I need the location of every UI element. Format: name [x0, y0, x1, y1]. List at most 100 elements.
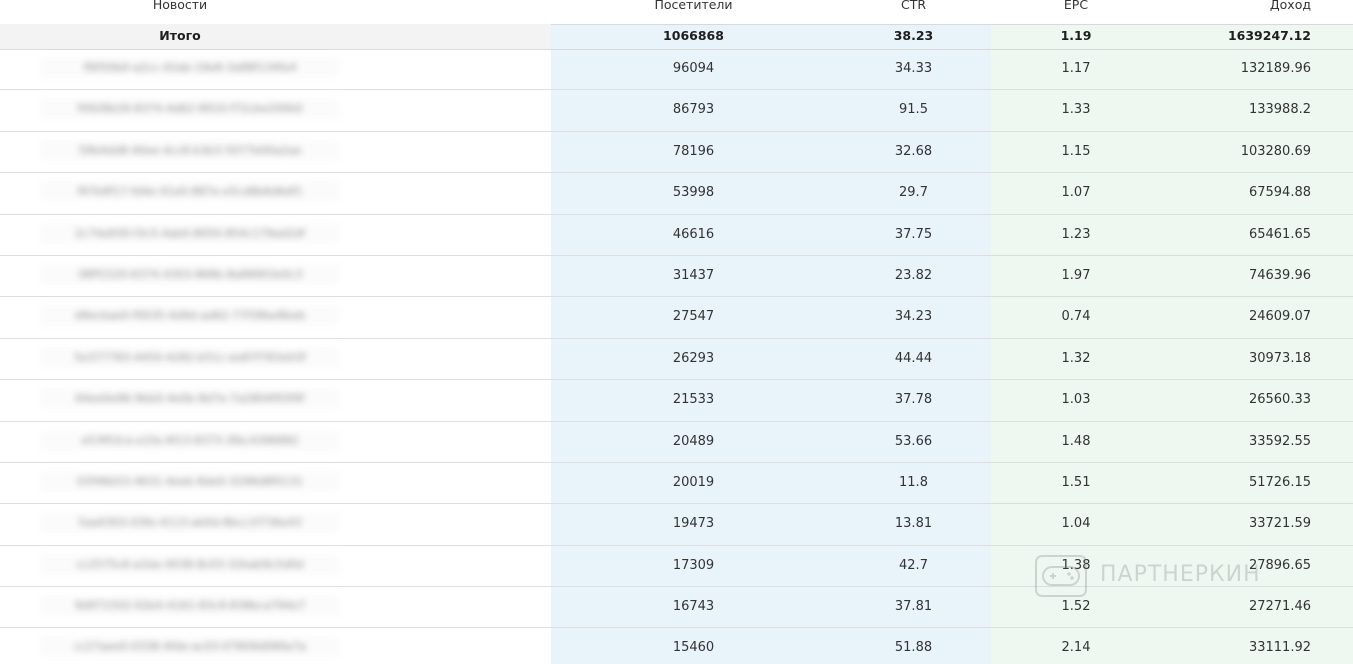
table-row[interactable]: f0928b29-8374-4d62-9910-f72cbe200b0 86793… — [0, 90, 1353, 132]
total-ctr: 38.23 — [893, 28, 934, 43]
epc-cell: 1.23 — [1061, 226, 1091, 242]
total-label: Итого — [159, 28, 201, 43]
table-row[interactable]: cc2575c6-a1be-4038-8c03-32bab9c5d0d 17309… — [0, 546, 1353, 588]
table-row[interactable]: 03f46b53-4631-4eeb-8de0-3298d8f0131 20019… — [0, 463, 1353, 505]
income-cell: 33111.92 — [1248, 640, 1311, 656]
ctr-cell: 37.81 — [894, 599, 933, 615]
table-body: f9050b0-a2cc-42ab-19e8-3a88f134fe4 96094 3… — [0, 49, 1353, 664]
table-row[interactable]: 64ee0e96-9bb0-4e0b-8d7e-7a2804f93f9f 2153… — [0, 380, 1353, 422]
visitors-cell: 21533 — [672, 392, 715, 408]
epc-cell: 1.04 — [1061, 516, 1091, 532]
ctr-cell: 37.78 — [894, 392, 933, 408]
news-name-cell[interactable]: 03f46b53-4631-4eeb-8de0-3298d8f0131 — [40, 470, 340, 492]
visitors-cell: 96094 — [672, 61, 715, 76]
ctr-cell: 51.88 — [894, 640, 933, 656]
visitors-cell: 26293 — [672, 350, 715, 366]
ctr-cell: 34.23 — [894, 309, 933, 325]
epc-cell: 1.15 — [1061, 143, 1091, 159]
ctr-cell: 23.82 — [894, 267, 933, 283]
ctr-cell: 53.66 — [894, 433, 933, 449]
total-visitors: 1066868 — [663, 28, 724, 43]
epc-cell: 1.33 — [1061, 102, 1091, 118]
epc-cell: 1.32 — [1061, 350, 1091, 366]
epc-cell: 2.14 — [1061, 640, 1091, 656]
table-row[interactable]: f9050b0-a2cc-42ab-19e8-3a88f134fe4 96094 3… — [0, 49, 1353, 91]
visitors-cell: 31437 — [672, 267, 715, 283]
news-name-cell[interactable]: f97b9f17-fd4e-41e0-887e-e5cd8b6d6df1 — [40, 181, 340, 203]
visitors-cell: 15460 — [672, 640, 715, 656]
table-row[interactable]: 5aa0303-03fe-4113-ab0d-8bcc1f736e43 19473… — [0, 504, 1353, 546]
ctr-cell: 34.33 — [894, 61, 933, 76]
total-income: 1639247.12 — [1227, 28, 1311, 43]
visitors-cell: 86793 — [672, 102, 715, 118]
header-news[interactable]: Новости — [0, 0, 360, 12]
ctr-cell: 44.44 — [894, 350, 933, 366]
ctr-cell: 91.5 — [899, 102, 928, 118]
table-row[interactable]: cc27aee0-0338-4fde-ac03-07809d089a7a 1546… — [0, 628, 1353, 664]
news-name-cell[interactable]: 59b4dd8-40ee-4cc8-b3b3-5077b00a2ae — [40, 139, 340, 161]
news-name-cell[interactable]: 9d971502-02b4-4161-83c9-838bca794e7 — [40, 595, 340, 617]
visitors-cell: 53998 — [672, 185, 715, 201]
epc-cell: 1.51 — [1061, 474, 1091, 490]
income-cell: 26560.33 — [1248, 392, 1311, 408]
news-name-cell[interactable]: e53f03ce-e1fa-4f13-8373-3fbc4396882 — [40, 429, 340, 451]
visitors-cell: 20019 — [672, 474, 715, 490]
income-cell: 24609.07 — [1248, 309, 1311, 325]
income-cell: 51726.15 — [1248, 474, 1311, 490]
income-cell: 133988.2 — [1248, 102, 1311, 118]
epc-cell: 1.97 — [1061, 267, 1091, 283]
table-row[interactable]: d9ecbae0-f0035-4d9d-ad62-77f39be8beb 2754… — [0, 297, 1353, 339]
news-name-cell[interactable]: 38ff1520-6374-4303-868b-8a88903e0c3 — [40, 263, 340, 285]
table-row[interactable]: 5e377783-4450-4282-b51c-ee87f783e03f 2629… — [0, 339, 1353, 381]
visitors-cell: 19473 — [672, 516, 715, 532]
epc-cell: 1.17 — [1061, 61, 1091, 76]
visitors-cell: 16743 — [672, 599, 715, 615]
epc-cell: 0.74 — [1061, 309, 1091, 325]
income-cell: 27271.46 — [1248, 599, 1311, 615]
news-name-cell[interactable]: d9ecbae0-f0035-4d9d-ad62-77f39be8beb — [40, 305, 340, 327]
epc-cell: 1.03 — [1061, 392, 1091, 408]
visitors-cell: 17309 — [672, 557, 715, 573]
income-cell: 65461.65 — [1248, 226, 1311, 242]
ctr-cell: 32.68 — [894, 143, 933, 159]
table-row[interactable]: 2c74a930-f3c5-4ab0-8050-854c179ad2df 4661… — [0, 215, 1353, 256]
total-row: Итого 1066868 38.23 1.19 1639247.12 — [0, 24, 1353, 50]
ctr-cell: 11.8 — [899, 474, 928, 490]
epc-cell: 1.38 — [1061, 557, 1091, 573]
visitors-cell: 27547 — [672, 309, 715, 325]
header-income[interactable]: Доход — [1161, 0, 1311, 12]
income-cell: 67594.88 — [1248, 185, 1311, 201]
news-name-cell[interactable]: 2c74a930-f3c5-4ab0-8050-854c179ad2df — [40, 222, 340, 244]
income-cell: 103280.69 — [1240, 143, 1311, 159]
table-row[interactable]: e53f03ce-e1fa-4f13-8373-3fbc4396882 20489… — [0, 422, 1353, 463]
income-cell: 74639.96 — [1248, 267, 1311, 283]
epc-cell: 1.52 — [1061, 599, 1091, 615]
epc-cell: 1.48 — [1061, 433, 1091, 449]
table-row[interactable]: 9d971502-02b4-4161-83c9-838bca794e7 16743… — [0, 587, 1353, 629]
news-name-cell[interactable]: f9050b0-a2cc-42ab-19e8-3a88f134fe4 — [40, 57, 340, 78]
table-header: Новости Посетители CTR EPC Доход — [0, 0, 1353, 25]
news-name-cell[interactable]: 5e377783-4450-4282-b51c-ee87f783e03f — [40, 346, 340, 368]
ctr-cell: 42.7 — [899, 557, 928, 573]
income-cell: 33592.55 — [1248, 433, 1311, 449]
news-name-cell[interactable]: f0928b29-8374-4d62-9910-f72cbe200b0 — [40, 98, 340, 120]
header-ctr[interactable]: CTR — [836, 0, 991, 12]
income-cell: 30973.18 — [1248, 350, 1311, 366]
income-cell: 132189.96 — [1240, 61, 1311, 76]
ctr-cell: 13.81 — [894, 516, 933, 532]
news-name-cell[interactable]: 5aa0303-03fe-4113-ab0d-8bcc1f736e43 — [40, 512, 340, 534]
visitors-cell: 20489 — [672, 433, 715, 449]
header-epc[interactable]: EPC — [991, 0, 1161, 12]
news-name-cell[interactable]: cc27aee0-0338-4fde-ac03-07809d089a7a — [40, 636, 340, 658]
table-row[interactable]: f97b9f17-fd4e-41e0-887e-e5cd8b6d6df1 5399… — [0, 173, 1353, 215]
stats-page: Новости Посетители CTR EPC Доход Итого 1… — [0, 0, 1353, 664]
news-name-cell[interactable]: 64ee0e96-9bb0-4e0b-8d7e-7a2804f93f9f — [40, 388, 340, 410]
ctr-cell: 37.75 — [894, 226, 933, 242]
news-name-cell[interactable]: cc2575c6-a1be-4038-8c03-32bab9c5d0d — [40, 553, 340, 575]
table-row[interactable]: 38ff1520-6374-4303-868b-8a88903e0c3 31437… — [0, 256, 1353, 298]
visitors-cell: 46616 — [672, 226, 715, 242]
header-visitors[interactable]: Посетители — [551, 0, 836, 12]
income-cell: 33721.59 — [1248, 516, 1311, 532]
ctr-cell: 29.7 — [899, 185, 928, 201]
table-row[interactable]: 59b4dd8-40ee-4cc8-b3b3-5077b00a2ae 78196 3… — [0, 132, 1353, 174]
